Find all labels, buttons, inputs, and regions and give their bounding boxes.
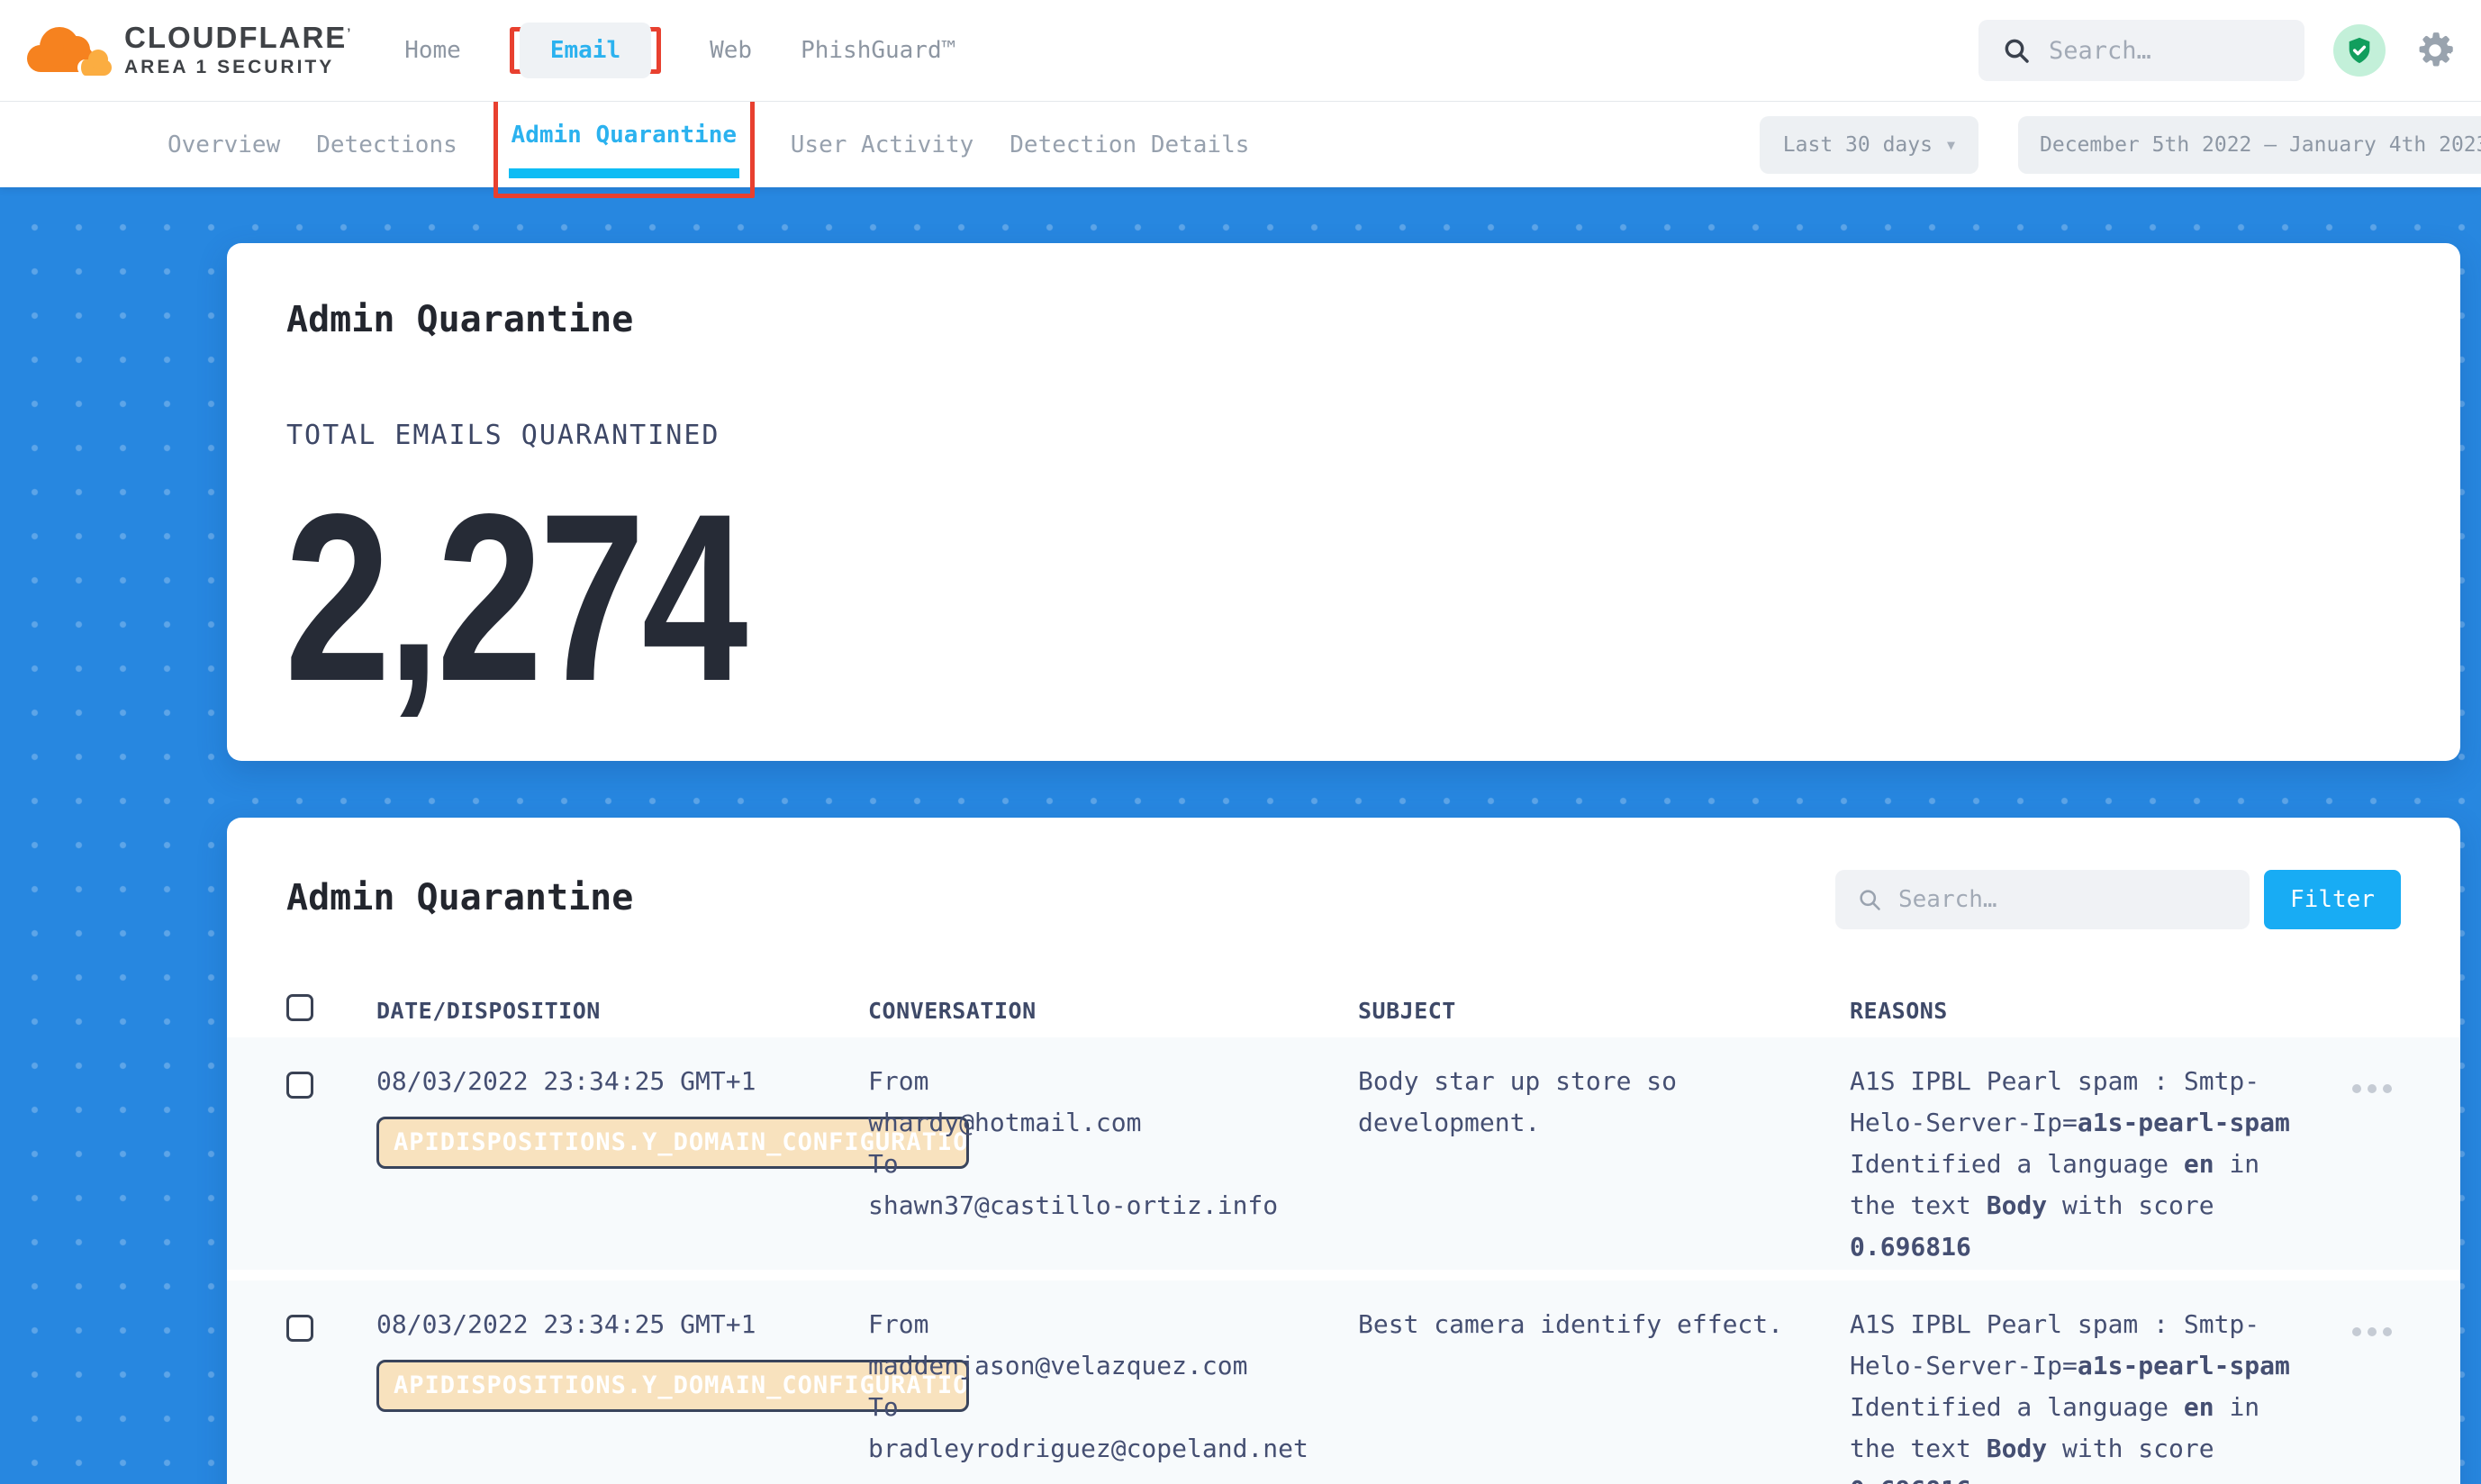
metric-value: 2,274 [285,479,745,718]
nav-item-web[interactable]: Web [710,37,752,64]
nav-item-email[interactable]: Email [520,23,651,78]
to-label: To [868,1144,1336,1185]
tab-admin-quarantine[interactable]: Admin Quarantine [512,122,737,149]
brand-name: CLOUDFLARE’ [124,23,352,54]
column-header-subject: SUBJECT [1358,998,1456,1024]
table-search-input[interactable] [1898,886,2228,913]
row-conversation: From maddenjason@velazquez.com To bradle… [868,1304,1336,1470]
date-filters: Last 30 days ▼ December 5th 2022 — Janua… [1760,116,2481,174]
to-email: bradleyrodriguez@copeland.net [868,1428,1336,1470]
row-conversation: From whardy@hotmail.com To shawn37@casti… [868,1061,1336,1226]
active-tab-underline [509,168,739,178]
from-email: whardy@hotmail.com [868,1102,1336,1144]
row-checkbox[interactable] [286,1072,313,1099]
row-checkbox[interactable] [286,1315,313,1342]
section-tabs: Overview Detections Admin Quarantine Use… [168,92,1249,198]
top-nav-right [1978,20,2456,81]
select-all-checkbox[interactable] [286,994,313,1021]
annotation-box-admin-quarantine: Admin Quarantine [493,97,755,198]
trademark-mark: ’ [347,25,352,40]
to-email: shawn37@castillo-ortiz.info [868,1185,1336,1226]
column-header-reasons: REASONS [1850,998,1948,1024]
row-date: 08/03/2022 23:34:25 GMT+1 [376,1304,756,1345]
column-header-date-disposition: DATE/DISPOSITION [376,998,601,1024]
row-subject: Body star up store so development. [1358,1061,1799,1144]
table-card-title: Admin Quarantine [286,877,633,918]
global-search-input[interactable] [2049,37,2281,65]
row-subject: Best camera identify effect. [1358,1304,1799,1345]
table-search[interactable] [1835,870,2250,929]
row-reasons: A1S IPBL Pearl spam : Smtp-Helo-Server-I… [1850,1061,2300,1268]
nav-item-home[interactable]: Home [404,37,461,64]
tab-overview[interactable]: Overview [168,131,280,158]
row-reasons: A1S IPBL Pearl spam : Smtp-Helo-Server-I… [1850,1304,2300,1484]
tab-user-activity[interactable]: User Activity [791,131,974,158]
brand-subtitle: AREA 1 SECURITY [124,57,352,78]
row-actions-menu[interactable] [2352,1327,2392,1336]
table-row: 08/03/2022 23:34:25 GMT+1 APIDISPOSITION… [227,1280,2460,1484]
time-range-dropdown[interactable]: Last 30 days ▼ [1760,116,1978,174]
time-range-label: Last 30 days [1783,133,1933,157]
row-date: 08/03/2022 23:34:25 GMT+1 [376,1061,756,1102]
column-header-conversation: CONVERSATION [868,998,1037,1024]
row-actions-menu[interactable] [2352,1084,2392,1093]
cloudflare-logo: CLOUDFLARE’ AREA 1 SECURITY [27,22,352,79]
main-content-area: Admin Quarantine TOTAL EMAILS QUARANTINE… [0,187,2481,1484]
metric-label: TOTAL EMAILS QUARANTINED [286,420,720,451]
top-nav-items: Home Email Web PhishGuard™ [404,27,955,74]
cloudflare-cloud-icon [27,22,110,79]
chevron-down-icon: ▼ [1947,137,1955,153]
top-navbar: CLOUDFLARE’ AREA 1 SECURITY Home Email W… [0,0,2481,102]
global-search[interactable] [1978,20,2304,81]
brand-text: CLOUDFLARE’ AREA 1 SECURITY [124,23,352,79]
tab-detection-details[interactable]: Detection Details [1010,131,1249,158]
date-range-text: December 5th 2022 — January 4th 2023 [2040,133,2481,157]
search-icon [2002,36,2031,65]
section-tabs-bar: Overview Detections Admin Quarantine Use… [0,102,2481,187]
annotation-box-email: Email [510,27,661,74]
from-label: From [868,1061,1336,1102]
tab-detections[interactable]: Detections [316,131,457,158]
nav-item-phishguard[interactable]: PhishGuard™ [801,37,955,64]
to-label: To [868,1387,1336,1428]
summary-card-title: Admin Quarantine [286,299,633,340]
filter-button[interactable]: Filter [2264,870,2401,929]
settings-gear-icon[interactable] [2414,30,2456,71]
table-row: 08/03/2022 23:34:25 GMT+1 APIDISPOSITION… [227,1037,2460,1270]
summary-card: Admin Quarantine TOTAL EMAILS QUARANTINE… [227,243,2460,761]
search-icon [1857,887,1882,912]
from-email: maddenjason@velazquez.com [868,1345,1336,1387]
date-range-display[interactable]: December 5th 2022 — January 4th 2023 [2018,116,2481,174]
from-label: From [868,1304,1336,1345]
quarantine-table-card: Admin Quarantine Filter DATE/DISPOSITION… [227,818,2460,1484]
security-shield-icon[interactable] [2333,24,2386,77]
